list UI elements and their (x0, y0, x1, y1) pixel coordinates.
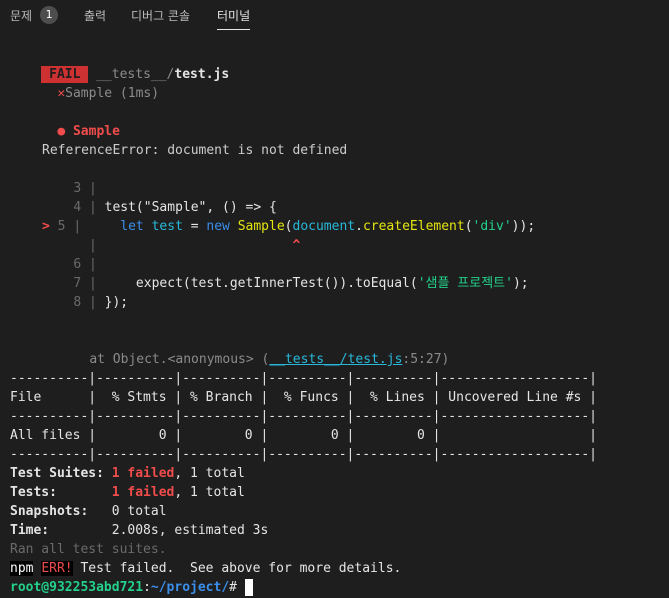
summary-tests: Tests: 1 failed, 1 total (10, 485, 245, 500)
prompt-user-host: root@932253abd721 (10, 580, 144, 595)
summary-time: Time: 2.008s, estimated 3s (10, 523, 269, 538)
coverage-rule-bottom: ----------|----------|----------|-------… (10, 447, 597, 462)
failed-test-label: Sample (1ms) (65, 86, 160, 101)
error-caret: ^ (292, 238, 301, 253)
coverage-all-files-row: All files | 0 | 0 | 0 | 0 | | (10, 428, 597, 443)
problems-count-badge: 1 (40, 6, 59, 24)
coverage-rule-top: ----------|----------|----------|-------… (10, 371, 597, 386)
tab-problems-label: 문제 (10, 8, 33, 23)
error-message: ReferenceError: document is not defined (42, 143, 348, 158)
summary-test-suites: Test Suites: 1 failed, 1 total (10, 466, 245, 481)
tab-output-label: 출력 (84, 8, 107, 23)
code-line-3: 3 | (73, 181, 97, 196)
bullet-icon: ● (57, 124, 66, 139)
tab-debug-console-label: 디버그 콘솔 (131, 8, 191, 23)
shell-prompt[interactable]: root@932253abd721:~/project/# (10, 578, 253, 597)
fail-header: FAIL __tests__/test.js (10, 46, 229, 83)
suite-title-label: Sample (72, 124, 120, 139)
coverage-rule-mid: ----------|----------|----------|-------… (10, 409, 597, 424)
failed-test-line: ✕Sample (1ms) (26, 65, 159, 101)
tab-terminal[interactable]: 터미널 (217, 0, 251, 30)
code-caret-line: | ^ (88, 238, 301, 253)
code-line-7: 7 | expect(test.getInnerTest()).toEqual(… (73, 276, 529, 291)
prompt-path: ~/project/ (150, 580, 230, 595)
stack-trace-line: at Object.<anonymous> (__tests__/test.js… (89, 352, 450, 367)
suite-title: ● Sample (26, 103, 120, 139)
tab-debug-console[interactable]: 디버그 콘솔 (131, 0, 190, 30)
fail-cross-icon: ✕ (57, 86, 66, 101)
test-file-name: test.js (174, 67, 230, 82)
stack-trace-link[interactable]: __tests__/test.js (269, 352, 402, 367)
npm-tag: npm (10, 561, 34, 576)
summary-ran-all: Ran all test suites. (10, 542, 167, 557)
code-line-4: 4 | test("Sample", () => { (73, 200, 277, 215)
coverage-header-row: File | % Stmts | % Branch | % Funcs | % … (10, 390, 597, 405)
tab-terminal-label: 터미널 (217, 8, 251, 23)
code-line-5: > 5 | let test = new Sample(document.cre… (42, 219, 536, 234)
summary-snapshots: Snapshots: 0 total (10, 504, 167, 519)
code-line-8: 8 | }); (73, 295, 129, 310)
code-line-6: 6 | (73, 257, 97, 272)
error-line-marker: > (42, 219, 50, 234)
panel-tab-bar: 문제 1 출력 디버그 콘솔 터미널 (0, 0, 669, 30)
tab-problems[interactable]: 문제 1 (10, 0, 59, 30)
tab-output[interactable]: 출력 (84, 0, 106, 30)
err-tag: ERR! (41, 561, 73, 576)
npm-error-line: npm ERR! Test failed. See above for more… (10, 561, 402, 576)
terminal-cursor (244, 579, 253, 596)
